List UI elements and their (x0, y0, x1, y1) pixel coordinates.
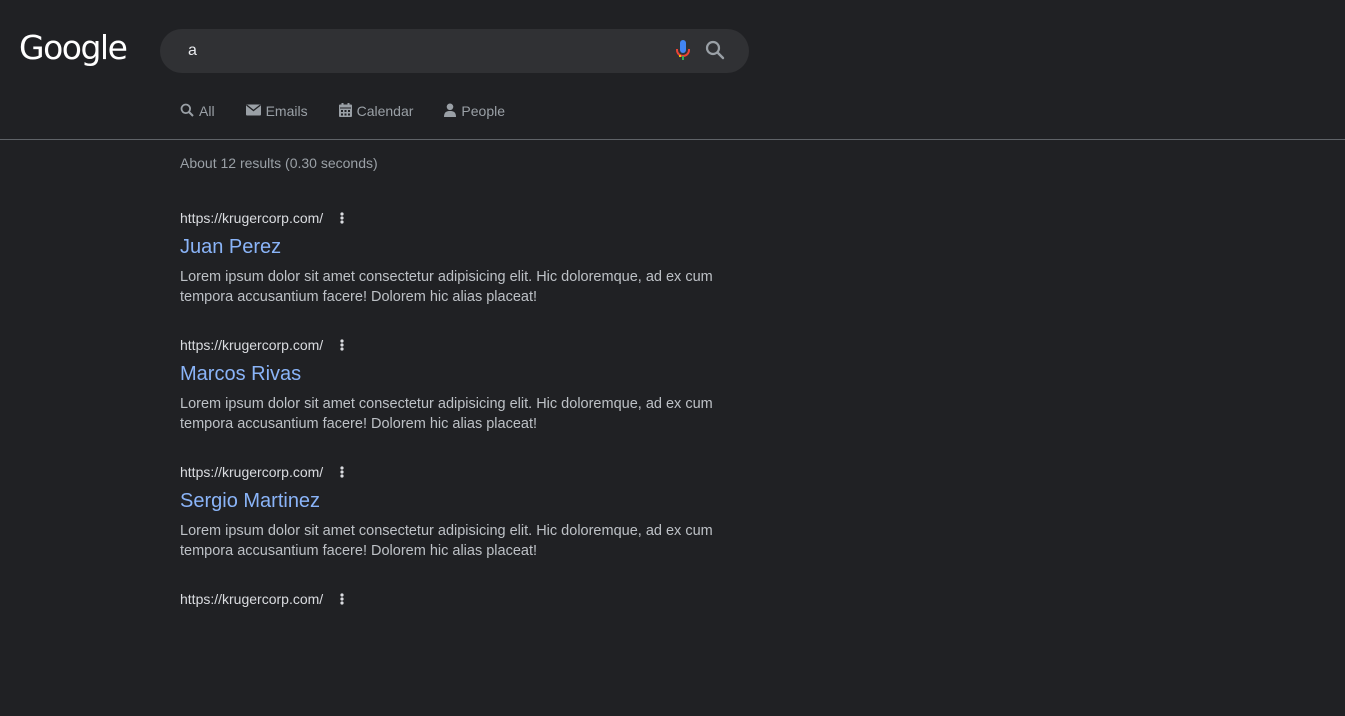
result-snippet: Lorem ipsum dolor sit amet consectetur a… (180, 396, 713, 432)
tab-label: Calendar (356, 103, 414, 119)
result-stats: About 12 results (0.30 seconds) (180, 155, 378, 171)
result-url[interactable]: https://krugercorp.com/ (180, 591, 323, 607)
result-title[interactable]: Marcos Rivas (180, 361, 740, 387)
microphone-icon[interactable] (674, 39, 692, 63)
tab-label: People (461, 103, 505, 119)
search-input[interactable] (188, 29, 658, 73)
search-icon (180, 103, 199, 120)
tab-label: All (199, 103, 215, 119)
search-icon[interactable] (703, 38, 727, 62)
result-url[interactable]: https://krugercorp.com/ (180, 210, 323, 226)
more-options-icon[interactable] (338, 208, 346, 228)
person-icon (444, 103, 461, 120)
header: Google All (0, 0, 1345, 140)
search-result: https://krugercorp.com/ Juan Perez Lorem… (180, 208, 740, 335)
search-result: https://krugercorp.com/ Sergio Martinez … (180, 462, 740, 589)
calendar-icon (338, 102, 357, 120)
more-options-icon[interactable] (338, 589, 346, 609)
result-snippet: Lorem ipsum dolor sit amet consectetur a… (180, 523, 713, 559)
tab-emails[interactable]: Emails (245, 101, 308, 121)
tab-calendar[interactable]: Calendar (338, 101, 414, 121)
more-options-icon[interactable] (338, 462, 346, 482)
tab-people[interactable]: People (444, 101, 505, 121)
result-url[interactable]: https://krugercorp.com/ (180, 464, 323, 480)
tab-all[interactable]: All (180, 101, 215, 121)
tab-label: Emails (265, 103, 308, 119)
result-url[interactable]: https://krugercorp.com/ (180, 337, 323, 353)
search-result: https://krugercorp.com/ (180, 589, 740, 716)
mail-icon (245, 103, 266, 119)
search-tabs: All Emails Calendar People (180, 101, 536, 121)
google-logo[interactable]: Google (19, 28, 128, 68)
result-title[interactable]: Sergio Martinez (180, 488, 740, 514)
results-list: https://krugercorp.com/ Juan Perez Lorem… (180, 208, 740, 716)
search-result: https://krugercorp.com/ Marcos Rivas Lor… (180, 335, 740, 462)
search-box[interactable] (160, 29, 749, 73)
result-title[interactable]: Juan Perez (180, 234, 740, 260)
more-options-icon[interactable] (338, 335, 346, 355)
result-snippet: Lorem ipsum dolor sit amet consectetur a… (180, 269, 713, 305)
